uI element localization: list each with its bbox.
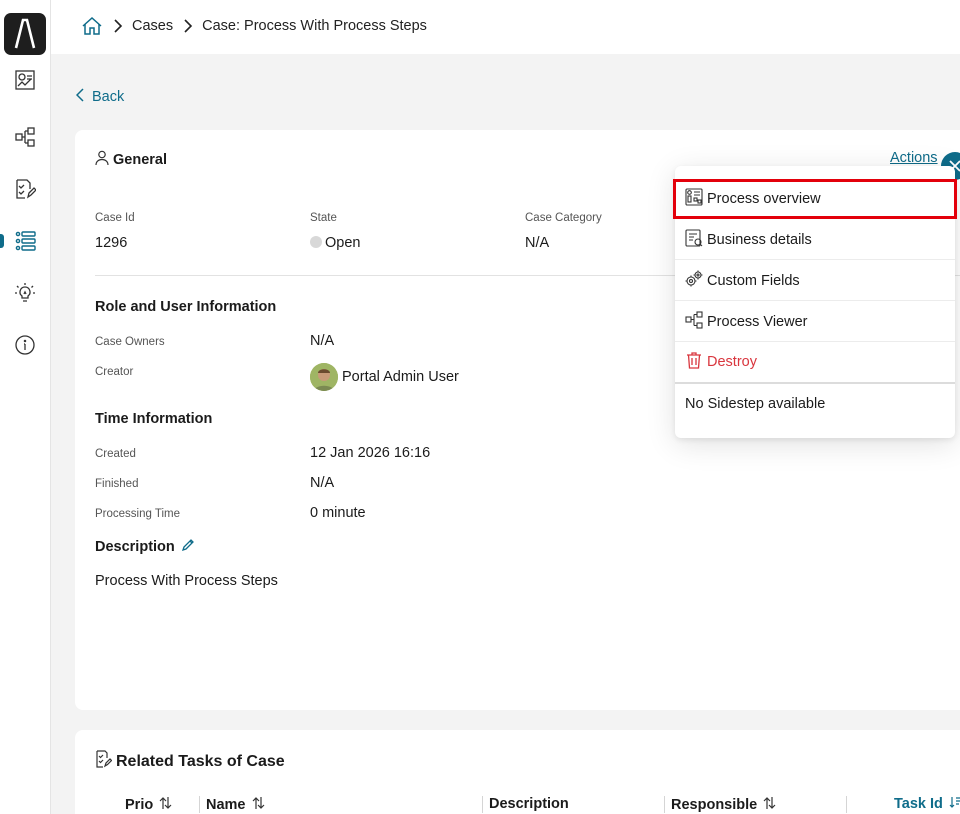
- actions-dropdown: Process overview Business details Custom…: [673, 166, 957, 438]
- finished-label: Finished: [95, 478, 139, 490]
- gears-icon: [685, 270, 703, 292]
- chevron-left-icon: [75, 88, 84, 106]
- case-id-label: Case Id: [95, 212, 135, 224]
- no-sidestep-text: No Sidestep available: [685, 396, 826, 412]
- menu-item-process-overview[interactable]: Process overview: [673, 179, 957, 219]
- business-details-icon: [685, 228, 703, 251]
- finished-value: N/A: [310, 475, 335, 491]
- menu-item-label: Process Viewer: [707, 313, 808, 330]
- column-prio-label: Prio: [125, 797, 154, 813]
- menu-item-custom-fields[interactable]: Custom Fields: [675, 261, 955, 301]
- description-header: Description: [95, 538, 195, 556]
- menu-divider: [675, 382, 955, 384]
- case-category-value: N/A: [525, 235, 550, 251]
- created-label: Created: [95, 448, 136, 460]
- sort-icon: [763, 796, 776, 814]
- breadcrumb-current: Case: Process With Process Steps: [202, 18, 427, 34]
- column-responsible-label: Responsible: [671, 797, 758, 813]
- created-value: 12 Jan 2026 16:16: [310, 445, 431, 461]
- sidebar: [0, 0, 51, 814]
- info-icon[interactable]: [12, 332, 38, 358]
- creator-value: Portal Admin User: [310, 363, 459, 391]
- state-text: Open: [325, 235, 361, 251]
- chevron-right-icon: [113, 19, 123, 33]
- menu-item-business-details[interactable]: Business details: [675, 220, 955, 260]
- related-tasks-header: Related Tasks of Case: [95, 750, 285, 773]
- breadcrumb: Cases Case: Process With Process Steps: [81, 16, 427, 36]
- general-title: General: [113, 152, 167, 168]
- creator-name: Portal Admin User: [342, 368, 459, 385]
- general-header: General: [95, 150, 167, 170]
- sort-icon: [252, 796, 265, 814]
- column-task-id[interactable]: Task Id: [894, 796, 960, 812]
- column-name-label: Name: [206, 797, 246, 813]
- column-responsible[interactable]: Responsible: [671, 796, 776, 814]
- column-divider: [664, 796, 665, 813]
- breadcrumb-cases[interactable]: Cases: [132, 18, 173, 34]
- related-tasks-card: Related Tasks of Case Prio Name Descript…: [75, 730, 960, 814]
- case-owners-label: Case Owners: [95, 336, 165, 348]
- sort-icon: [159, 796, 172, 814]
- column-description[interactable]: Description: [489, 796, 569, 812]
- description-value: Process With Process Steps: [95, 573, 278, 589]
- column-task-id-label: Task Id: [894, 796, 943, 812]
- column-divider: [199, 796, 200, 813]
- processing-time-label: Processing Time: [95, 508, 181, 520]
- menu-item-label: Business details: [707, 231, 812, 248]
- time-section-title: Time Information: [95, 411, 213, 427]
- cases-icon[interactable]: [12, 228, 38, 254]
- lightbulb-icon[interactable]: [12, 280, 38, 306]
- dashboard-icon[interactable]: [12, 67, 38, 93]
- processes-icon[interactable]: [12, 124, 38, 150]
- user-icon: [95, 150, 109, 170]
- related-tasks-title: Related Tasks of Case: [116, 752, 285, 770]
- avatar: [310, 363, 338, 391]
- menu-item-label: Custom Fields: [707, 272, 800, 289]
- tasks-icon: [95, 750, 113, 773]
- case-owners-value: N/A: [310, 333, 335, 349]
- column-prio[interactable]: Prio: [125, 796, 172, 814]
- home-icon[interactable]: [81, 16, 103, 36]
- actions-menu-button[interactable]: Actions: [890, 150, 938, 166]
- column-divider: [846, 796, 847, 813]
- processing-time-value: 0 minute: [310, 505, 366, 521]
- process-viewer-icon: [685, 310, 703, 333]
- menu-item-process-viewer[interactable]: Process Viewer: [675, 302, 955, 342]
- edit-pencil-icon[interactable]: [181, 538, 195, 556]
- column-name[interactable]: Name: [206, 796, 265, 814]
- app-logo[interactable]: [4, 13, 46, 55]
- top-bar: Cases Case: Process With Process Steps: [51, 0, 960, 54]
- column-divider: [482, 796, 483, 813]
- state-value: Open: [310, 235, 360, 251]
- column-description-label: Description: [489, 796, 569, 812]
- role-section-title: Role and User Information: [95, 299, 277, 315]
- case-id-value: 1296: [95, 235, 128, 251]
- description-title: Description: [95, 539, 175, 555]
- creator-label: Creator: [95, 366, 134, 378]
- back-label: Back: [92, 89, 125, 105]
- state-dot-icon: [310, 236, 322, 248]
- tasks-icon[interactable]: [12, 176, 38, 202]
- case-category-label: Case Category: [525, 212, 602, 224]
- back-link[interactable]: Back: [75, 88, 125, 106]
- sort-descending-icon: [949, 796, 960, 812]
- active-indicator: [0, 234, 4, 248]
- menu-item-label: Process overview: [707, 191, 821, 207]
- state-label: State: [310, 212, 337, 224]
- menu-item-label: Destroy: [707, 354, 757, 370]
- chevron-right-icon: [183, 19, 193, 33]
- process-overview-icon: [685, 188, 703, 210]
- menu-item-destroy[interactable]: Destroy: [675, 342, 955, 382]
- trash-icon: [685, 351, 703, 373]
